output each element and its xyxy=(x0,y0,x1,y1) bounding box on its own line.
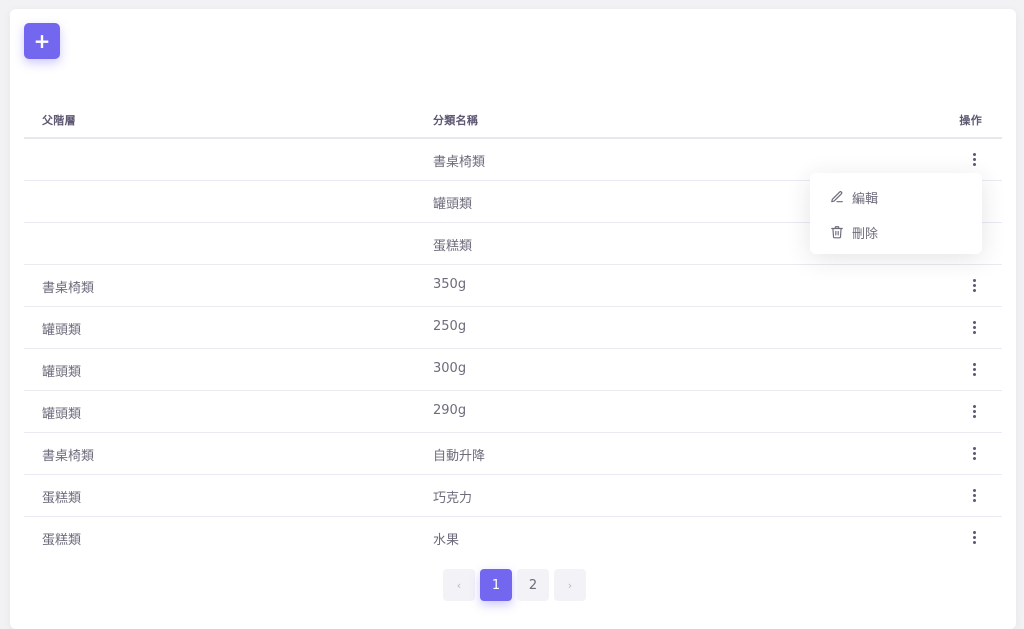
pagination-next-button[interactable]: › xyxy=(554,569,586,601)
cell-name: 250g xyxy=(433,319,467,334)
cell-name: 自動升降 xyxy=(433,449,486,464)
menu-item-delete[interactable]: 刪除 xyxy=(830,220,878,244)
table-row: 蛋糕類 巧克力 xyxy=(24,475,1002,517)
pagination-page-2[interactable]: 2 xyxy=(517,569,549,601)
cell-name: 水果 xyxy=(433,533,460,548)
more-vertical-icon[interactable] xyxy=(968,151,980,167)
cell-name: 350g xyxy=(433,277,467,292)
cell-parent: 罐頭類 xyxy=(42,365,82,380)
pencil-icon xyxy=(831,191,843,203)
table-row: 書桌椅類 自動升降 xyxy=(24,433,1002,475)
cell-name: 蛋糕類 xyxy=(433,239,473,254)
more-vertical-icon[interactable] xyxy=(968,403,980,419)
more-vertical-icon[interactable] xyxy=(968,445,980,461)
column-header-name: 分類名稱 xyxy=(433,114,479,127)
cell-parent: 書桌椅類 xyxy=(42,281,95,296)
cell-parent: 書桌椅類 xyxy=(42,449,95,464)
cell-name: 290g xyxy=(433,403,467,418)
category-table: 父階層 分類名稱 操作 書桌椅類 罐頭類 蛋糕類 書桌椅類 350g 罐頭類 2… xyxy=(24,99,1002,558)
trash-icon xyxy=(831,226,843,239)
pagination-page-1[interactable]: 1 xyxy=(480,569,512,601)
table-row: 書桌椅類 350g xyxy=(24,265,1002,307)
more-vertical-icon[interactable] xyxy=(968,529,980,545)
menu-item-edit-label: 編輯 xyxy=(852,191,879,207)
column-header-parent: 父階層 xyxy=(42,114,76,127)
table-row: 罐頭類 290g xyxy=(24,391,1002,433)
more-vertical-icon[interactable] xyxy=(968,319,980,335)
cell-parent: 罐頭類 xyxy=(42,407,82,422)
row-action-menu: 編輯 刪除 xyxy=(810,173,982,254)
cell-name: 巧克力 xyxy=(433,491,473,506)
cell-parent: 罐頭類 xyxy=(42,323,82,338)
add-category-button[interactable]: + xyxy=(24,23,60,59)
table-row: 罐頭類 250g xyxy=(24,307,1002,349)
more-vertical-icon[interactable] xyxy=(968,361,980,377)
pagination-prev-button[interactable]: ‹ xyxy=(443,569,475,601)
cell-parent: 蛋糕類 xyxy=(42,491,82,506)
menu-item-delete-label: 刪除 xyxy=(852,226,879,242)
cell-parent: 蛋糕類 xyxy=(42,533,82,548)
table-header: 父階層 分類名稱 操作 xyxy=(24,99,1002,139)
column-header-actions: 操作 xyxy=(959,114,982,127)
menu-item-edit[interactable]: 編輯 xyxy=(830,185,878,209)
table-row: 蛋糕類 水果 xyxy=(24,517,1002,558)
pagination: ‹ 1 2 › xyxy=(443,569,586,601)
more-vertical-icon[interactable] xyxy=(968,277,980,293)
cell-name: 書桌椅類 xyxy=(433,155,486,170)
cell-name: 300g xyxy=(433,361,467,376)
cell-name: 罐頭類 xyxy=(433,197,473,212)
table-row: 罐頭類 300g xyxy=(24,349,1002,391)
more-vertical-icon[interactable] xyxy=(968,487,980,503)
